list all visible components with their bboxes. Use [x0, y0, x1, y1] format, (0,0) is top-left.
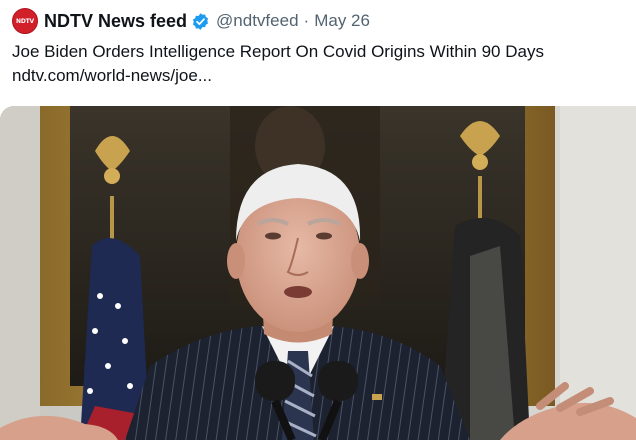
tweet-text-block: Joe Biden Orders Intelligence Report On … [12, 40, 544, 88]
separator-dot: · [303, 11, 310, 30]
author-handle[interactable]: @ndtvfeed [216, 11, 298, 31]
tweet-link[interactable]: ndtv.com/world-news/joe... [12, 64, 544, 88]
tweet-media-image[interactable] [0, 106, 636, 440]
avatar[interactable]: NDTV [12, 8, 38, 34]
avatar-logo-text: NDTV [16, 17, 34, 25]
tweet-text: Joe Biden Orders Intelligence Report On … [12, 42, 544, 61]
tweet-card[interactable]: NDTV NDTV News feed @ndtvfeed · May 26 J… [0, 0, 636, 440]
verified-badge-icon [191, 12, 210, 31]
author-name[interactable]: NDTV News feed [44, 11, 187, 32]
tweet-date[interactable]: May 26 [314, 11, 370, 31]
tweet-header: NDTV NDTV News feed @ndtvfeed · May 26 [12, 7, 370, 35]
biden-press-photo [0, 106, 636, 440]
